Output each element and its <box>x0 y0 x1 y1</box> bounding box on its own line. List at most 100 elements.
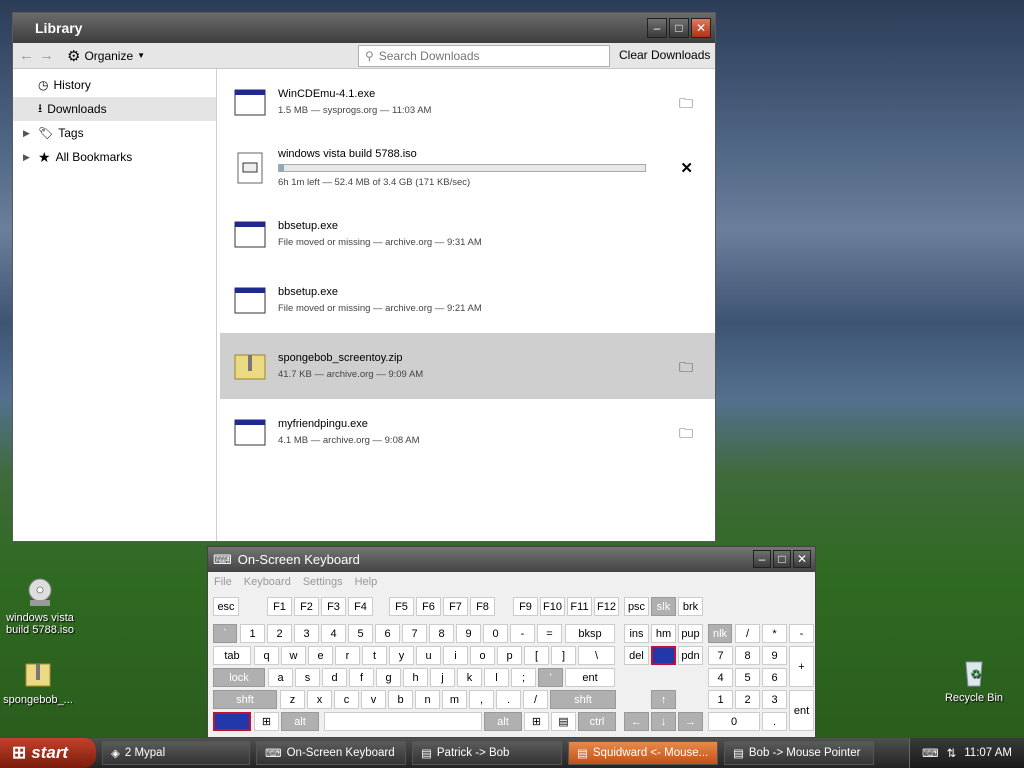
folder-icon[interactable]: 🗀 <box>679 357 693 381</box>
taskbar-item-squidward[interactable]: ▤ Squidward <- Mouse... <box>568 741 718 765</box>
key-f2[interactable]: F2 <box>294 597 319 616</box>
key-7[interactable]: 7 <box>402 624 427 643</box>
key-6[interactable]: 6 <box>375 624 400 643</box>
key-3[interactable]: 3 <box>294 624 319 643</box>
key-6[interactable]: 6 <box>762 668 787 687</box>
desktop-icon-recycle-bin[interactable]: ♻ Recycle Bin <box>936 656 1012 704</box>
key-brk[interactable]: brk <box>678 597 703 616</box>
key-ins[interactable]: ins <box>624 624 649 643</box>
download-item[interactable]: windows vista build 5788.iso 6h 1m left … <box>220 135 715 201</box>
download-item[interactable]: WinCDEmu-4.1.exe 1.5 MB — sysprogs.org — … <box>220 69 715 135</box>
key-0[interactable]: 0 <box>483 624 508 643</box>
key-tab[interactable]: tab <box>213 646 251 665</box>
key-l[interactable]: l <box>484 668 509 687</box>
key-k[interactable]: k <box>457 668 482 687</box>
key-f[interactable]: f <box>349 668 374 687</box>
key-hm[interactable]: hm <box>651 624 676 643</box>
clear-downloads-button[interactable]: Clear Downloads <box>615 46 714 64</box>
organize-button[interactable]: ⚙ Organize ▼ <box>67 47 145 65</box>
search-input[interactable] <box>378 49 599 63</box>
key-2[interactable]: 2 <box>735 690 760 709</box>
key-[interactable]: . <box>762 712 787 731</box>
key-shft[interactable]: shft <box>213 690 277 709</box>
key-pup[interactable]: pup <box>678 624 703 643</box>
key-f12[interactable]: F12 <box>594 597 619 616</box>
taskbar-item-osk[interactable]: ⌨ On-Screen Keyboard <box>256 741 406 765</box>
key-i[interactable]: i <box>443 646 468 665</box>
key-pdn[interactable]: pdn <box>678 646 703 665</box>
minimize-button[interactable]: – <box>753 550 771 568</box>
desktop-icon-zip[interactable]: spongebob_... <box>0 658 76 706</box>
key-ent[interactable]: ent <box>789 690 814 731</box>
key-x[interactable]: x <box>307 690 332 709</box>
key-e[interactable]: e <box>308 646 333 665</box>
key-[interactable]: ↓ <box>651 712 676 731</box>
key-0[interactable]: 0 <box>708 712 760 731</box>
key-n[interactable]: n <box>415 690 440 709</box>
key-2[interactable]: 2 <box>267 624 292 643</box>
taskbar-item-patrick[interactable]: ▤ Patrick -> Bob <box>412 741 562 765</box>
key-[interactable]: . <box>496 690 521 709</box>
key-8[interactable]: 8 <box>429 624 454 643</box>
expand-arrow-icon[interactable]: ▶ <box>23 128 33 139</box>
key-5[interactable]: 5 <box>348 624 373 643</box>
close-button[interactable]: ✕ <box>793 550 811 568</box>
key-f8[interactable]: F8 <box>470 597 495 616</box>
key-3[interactable]: 3 <box>762 690 787 709</box>
key-f3[interactable]: F3 <box>321 597 346 616</box>
key-[interactable]: ↑ <box>651 690 676 709</box>
key-f6[interactable]: F6 <box>416 597 441 616</box>
key-[interactable]: * <box>762 624 787 643</box>
key-f10[interactable]: F10 <box>540 597 565 616</box>
key-v[interactable]: v <box>361 690 386 709</box>
key-p[interactable]: p <box>497 646 522 665</box>
key-[interactable]: ⊞ <box>524 712 549 731</box>
download-item[interactable]: bbsetup.exe File moved or missing — archi… <box>220 201 715 267</box>
key-y[interactable]: y <box>389 646 414 665</box>
key-alt[interactable]: alt <box>484 712 522 731</box>
key-f11[interactable]: F11 <box>567 597 592 616</box>
key-f9[interactable]: F9 <box>513 597 538 616</box>
key-q[interactable]: q <box>254 646 279 665</box>
key-bksp[interactable]: bksp <box>565 624 615 643</box>
maximize-button[interactable]: □ <box>669 18 689 38</box>
key-5[interactable]: 5 <box>735 668 760 687</box>
key-f5[interactable]: F5 <box>389 597 414 616</box>
taskbar-item-bob[interactable]: ▤ Bob -> Mouse Pointer <box>724 741 874 765</box>
key-c[interactable]: c <box>334 690 359 709</box>
key-[interactable]: - <box>789 624 814 643</box>
menu-help[interactable]: Help <box>355 576 378 588</box>
key-psc[interactable]: psc <box>624 597 649 616</box>
desktop-icon-iso[interactable]: windows vista build 5788.iso <box>2 576 78 636</box>
download-item[interactable]: myfriendpingu.exe 4.1 MB — archive.org — … <box>220 399 715 465</box>
key-blank[interactable] <box>324 712 482 731</box>
forward-arrow-icon[interactable]: → <box>39 47 59 64</box>
key-lock[interactable]: lock <box>213 668 265 687</box>
key-r[interactable]: r <box>335 646 360 665</box>
key-f7[interactable]: F7 <box>443 597 468 616</box>
key-7[interactable]: 7 <box>708 646 733 665</box>
maximize-button[interactable]: □ <box>773 550 791 568</box>
cancel-icon[interactable]: ✕ <box>680 159 693 177</box>
close-button[interactable]: ✕ <box>691 18 711 38</box>
key-slk[interactable]: slk <box>651 597 676 616</box>
key-[interactable]: ' <box>538 668 563 687</box>
key-t[interactable]: t <box>362 646 387 665</box>
menu-file[interactable]: File <box>214 576 232 588</box>
key-[interactable]: , <box>469 690 494 709</box>
key-nlk[interactable]: nlk <box>708 624 732 643</box>
title-bar[interactable]: Library <box>13 13 715 43</box>
key-1[interactable]: 1 <box>240 624 265 643</box>
key-4[interactable]: 4 <box>321 624 346 643</box>
key-[interactable]: ← <box>624 712 649 731</box>
key-d[interactable]: d <box>322 668 347 687</box>
download-item[interactable]: spongebob_screentoy.zip 41.7 KB — archive… <box>220 333 715 399</box>
key-[interactable]: ⊞ <box>254 712 279 731</box>
key-ctrl[interactable]: ctrl <box>578 712 616 731</box>
key-del[interactable]: del <box>624 646 649 665</box>
expand-arrow-icon[interactable]: ▶ <box>23 152 33 163</box>
key-[interactable]: + <box>789 646 814 687</box>
sidebar-item-downloads[interactable]: ⭳ Downloads <box>13 97 216 121</box>
key-[interactable]: ] <box>551 646 576 665</box>
keyboard-tray-icon[interactable]: ⌨ <box>922 746 939 760</box>
